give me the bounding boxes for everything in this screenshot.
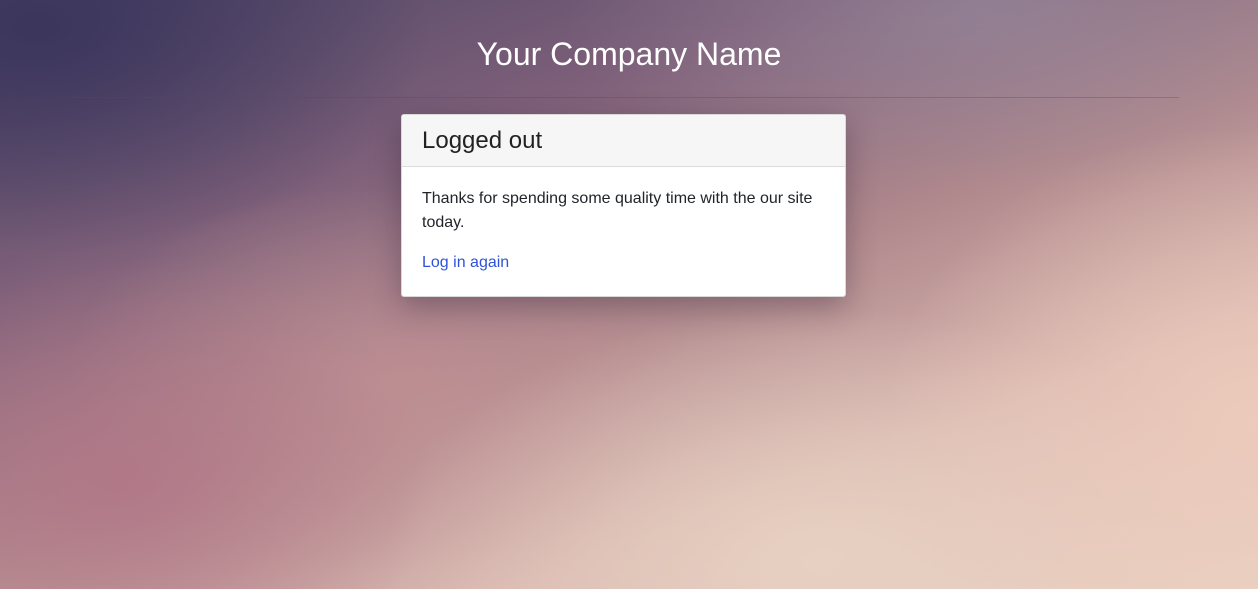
- logout-card: Logged out Thanks for spending some qual…: [401, 114, 846, 297]
- site-title: Your Company Name: [476, 36, 782, 72]
- card-body: Thanks for spending some quality time wi…: [402, 167, 845, 275]
- site-header: Your Company Name: [0, 0, 1258, 98]
- log-in-again-link[interactable]: Log in again: [422, 251, 509, 275]
- header-divider: [69, 97, 1179, 98]
- logout-message: Thanks for spending some quality time wi…: [422, 190, 813, 231]
- card-title: Logged out: [422, 127, 543, 154]
- card-header: Logged out: [402, 115, 845, 167]
